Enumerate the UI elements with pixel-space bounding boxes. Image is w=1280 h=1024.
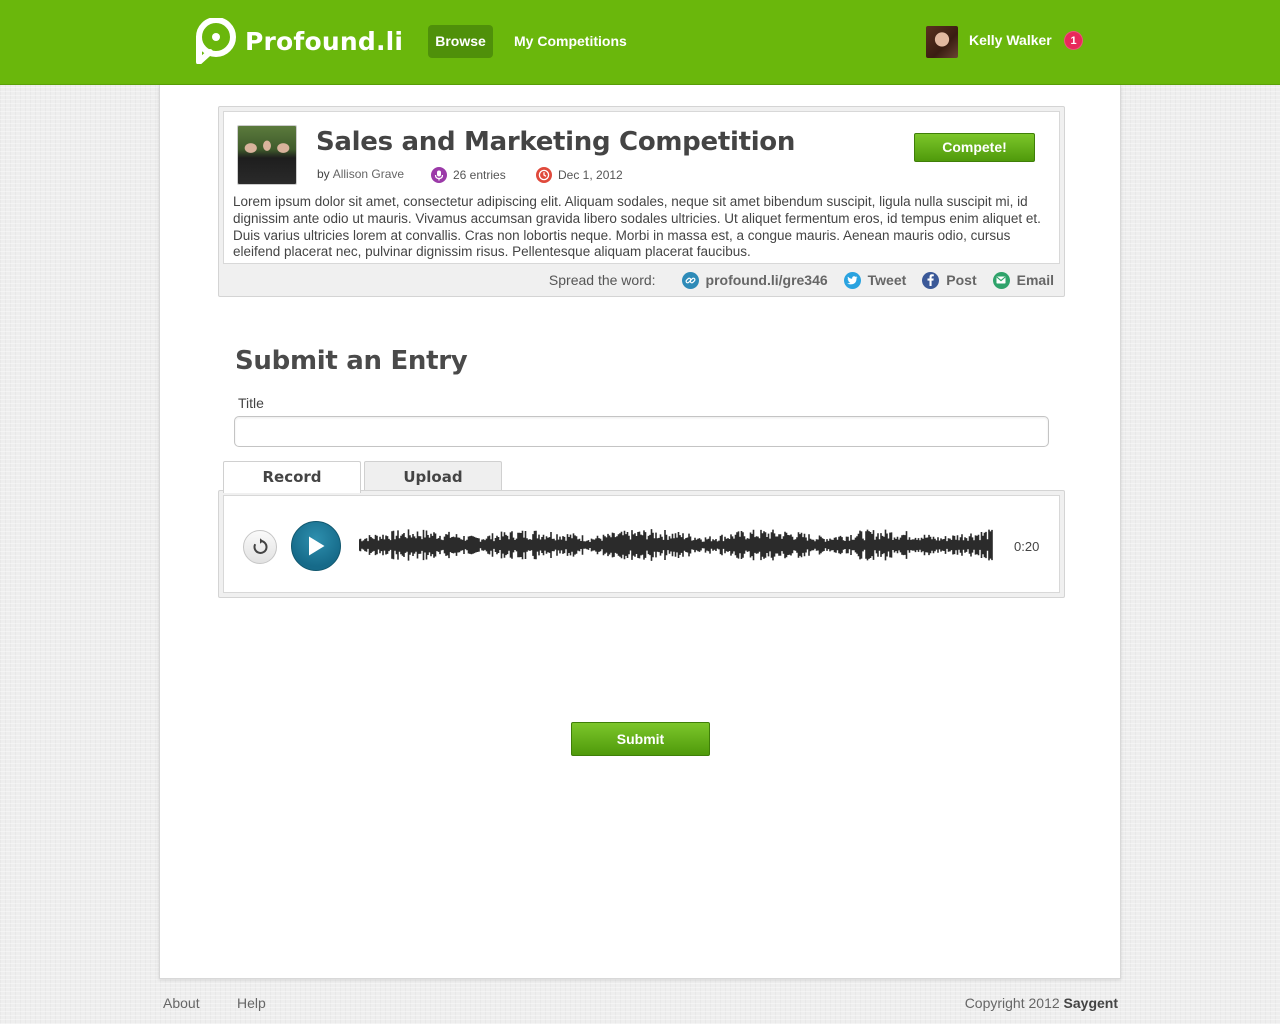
audio-waveform[interactable] bbox=[359, 529, 993, 561]
notification-badge[interactable]: 1 bbox=[1064, 31, 1083, 50]
submit-button[interactable]: Submit bbox=[571, 722, 710, 756]
avatar[interactable] bbox=[926, 26, 958, 58]
recording-duration: 0:20 bbox=[1014, 539, 1040, 554]
rerecord-button[interactable] bbox=[243, 530, 277, 564]
tab-upload[interactable]: Upload bbox=[364, 461, 502, 492]
share-link[interactable]: profound.li/gre346 bbox=[681, 271, 828, 289]
share-tweet-label: Tweet bbox=[867, 272, 907, 288]
play-button[interactable] bbox=[291, 521, 341, 571]
refresh-icon bbox=[253, 538, 268, 554]
competition-author: by Allison Grave bbox=[317, 167, 404, 181]
share-email-label: Email bbox=[1016, 272, 1054, 288]
facebook-icon bbox=[922, 271, 940, 289]
user-name[interactable]: Kelly Walker bbox=[969, 25, 1052, 58]
play-icon bbox=[309, 536, 325, 556]
share-email[interactable]: Email bbox=[992, 271, 1054, 289]
footer-copyright: Copyright 2012 Saygent bbox=[965, 995, 1118, 1011]
footer-help-link[interactable]: Help bbox=[237, 995, 266, 1011]
clock-icon bbox=[536, 167, 552, 183]
author-name[interactable]: Allison Grave bbox=[333, 167, 404, 181]
share-tweet[interactable]: Tweet bbox=[843, 271, 907, 289]
submit-entry-heading: Submit an Entry bbox=[235, 346, 468, 376]
waveform-path bbox=[359, 529, 993, 561]
title-input[interactable] bbox=[234, 416, 1049, 447]
share-label: Spread the word: bbox=[548, 272, 656, 288]
twitter-icon bbox=[843, 271, 861, 289]
copyright-text: Copyright 2012 bbox=[964, 995, 1060, 1011]
entries-count: 26 entries bbox=[453, 168, 506, 182]
competition-thumbnail bbox=[237, 125, 297, 185]
company-name[interactable]: Saygent bbox=[1064, 995, 1118, 1011]
competition-card: Sales and Marketing Competition by Allis… bbox=[218, 106, 1065, 297]
deadline-date: Dec 1, 2012 bbox=[558, 168, 623, 182]
top-navigation-bar: Profound.li Browse My Competitions Kelly… bbox=[0, 0, 1280, 85]
audio-recorder: 0:20 bbox=[218, 490, 1065, 598]
share-post[interactable]: Post bbox=[922, 271, 977, 289]
competition-deadline: Dec 1, 2012 bbox=[536, 167, 623, 183]
competition-entries: 26 entries bbox=[431, 167, 506, 183]
by-label: by bbox=[317, 167, 330, 181]
audio-player: 0:20 bbox=[223, 495, 1060, 593]
tab-record[interactable]: Record bbox=[223, 461, 361, 493]
nav-my-competitions[interactable]: My Competitions bbox=[514, 25, 627, 58]
envelope-icon bbox=[992, 271, 1010, 289]
logo-icon bbox=[196, 18, 236, 64]
compete-button[interactable]: Compete! bbox=[914, 133, 1035, 162]
nav-browse[interactable]: Browse bbox=[428, 25, 493, 58]
title-field-label: Title bbox=[238, 395, 264, 411]
competition-details: Sales and Marketing Competition by Allis… bbox=[223, 111, 1060, 264]
logo-text: Profound.li bbox=[245, 26, 404, 56]
competition-title: Sales and Marketing Competition bbox=[316, 127, 796, 157]
share-link-text: profound.li/gre346 bbox=[705, 272, 828, 288]
share-post-label: Post bbox=[946, 272, 977, 288]
competition-description: Lorem ipsum dolor sit amet, consectetur … bbox=[233, 194, 1041, 260]
link-icon bbox=[681, 271, 699, 289]
share-bar: Spread the word: profound.li/gre346 Twee… bbox=[549, 269, 1054, 291]
footer-about-link[interactable]: About bbox=[163, 995, 200, 1011]
microphone-icon bbox=[431, 167, 447, 183]
logo[interactable]: Profound.li bbox=[193, 17, 403, 65]
